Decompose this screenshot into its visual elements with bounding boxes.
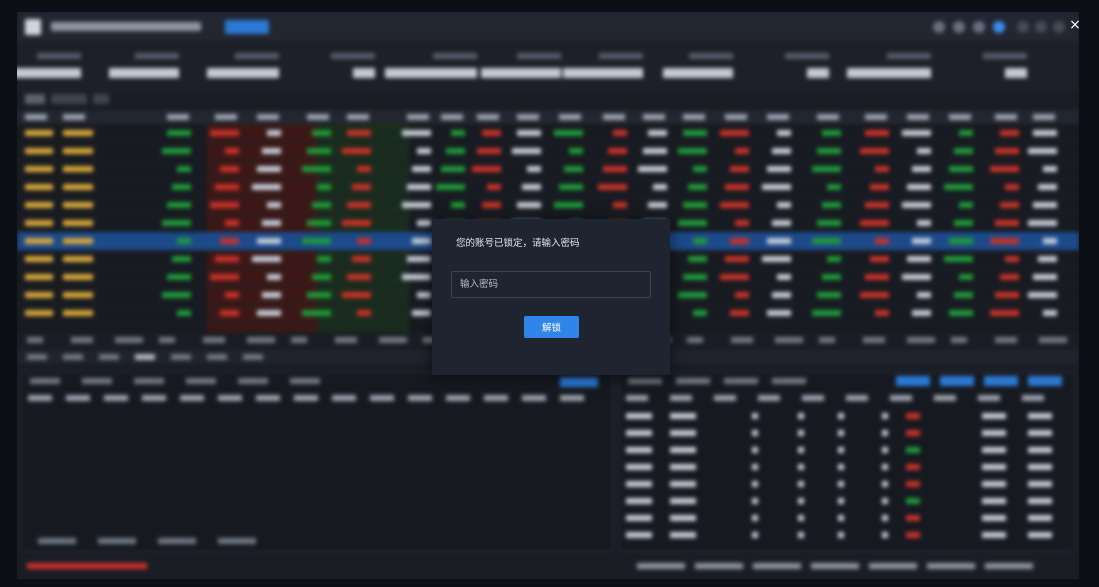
unlock-button[interactable]: 解锁: [524, 316, 579, 338]
account-selector: [51, 22, 201, 31]
login-button: [225, 20, 269, 34]
status-bar: [17, 553, 1079, 579]
account-summary-bar: [17, 44, 1079, 92]
lock-dialog: 您的账号已锁定，请输入密码 解锁: [432, 219, 670, 375]
position-panel: [619, 372, 1075, 552]
title-bar: [17, 12, 1079, 42]
close-icon[interactable]: ×: [1069, 18, 1081, 32]
order-panel: [21, 372, 613, 552]
title-toolbar-icons: [933, 21, 1005, 33]
grid-tabs: [25, 94, 109, 104]
app-logo-icon: [25, 19, 41, 35]
password-input[interactable]: [451, 271, 651, 298]
window-controls: [1017, 21, 1065, 33]
lock-message: 您的账号已锁定，请输入密码: [456, 238, 580, 249]
